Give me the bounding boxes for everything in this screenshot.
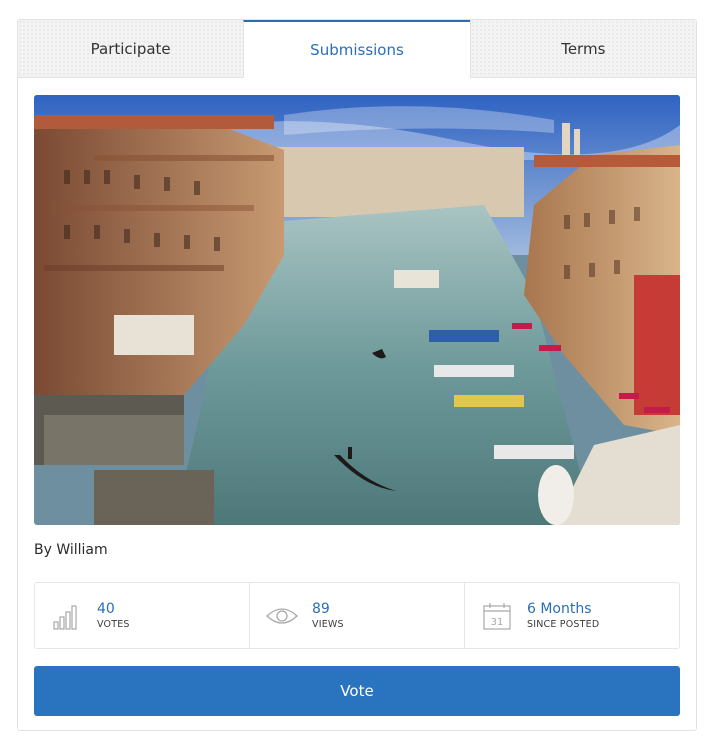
stats-bar: 40 VOTES 89 VIEWS 31 6 Months SINCE POST…	[34, 582, 680, 649]
stat-posted: 31 6 Months SINCE POSTED	[464, 583, 679, 648]
votes-count: 40	[97, 600, 115, 617]
submission-card: Participate Submissions Terms By William…	[17, 19, 697, 731]
submission-photo[interactable]	[34, 95, 680, 525]
posted-label: SINCE POSTED	[527, 618, 600, 630]
views-label: VIEWS	[312, 618, 344, 630]
views-count: 89	[312, 600, 330, 617]
stat-views: 89 VIEWS	[249, 583, 464, 648]
venice-canal-image	[34, 95, 680, 525]
tab-participate[interactable]: Participate	[18, 20, 244, 78]
tab-submissions[interactable]: Submissions	[243, 20, 470, 78]
vote-button[interactable]: Vote	[34, 666, 680, 716]
calendar-day-text: 31	[491, 617, 504, 628]
stat-votes: 40 VOTES	[35, 583, 249, 648]
tab-terms[interactable]: Terms	[469, 20, 696, 78]
calendar-icon: 31	[481, 600, 513, 632]
votes-label: VOTES	[97, 618, 130, 630]
eye-icon	[266, 600, 298, 632]
posted-age: 6 Months	[527, 600, 592, 617]
author-name: By William	[34, 542, 108, 558]
bar-chart-icon	[51, 600, 83, 632]
tab-bar: Participate Submissions Terms	[18, 20, 696, 78]
